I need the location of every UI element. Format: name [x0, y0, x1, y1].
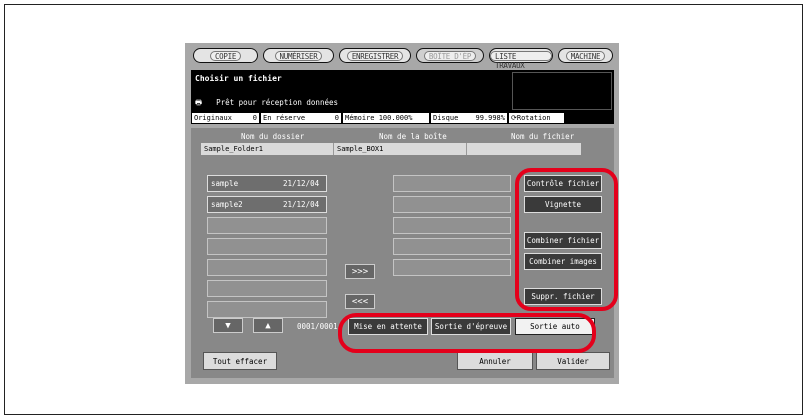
arrow-up-icon: ▲	[265, 320, 271, 331]
list-item[interactable]: sample 21/12/04	[207, 175, 327, 192]
memory-cell: Mémoire 100.000%	[343, 113, 429, 123]
status-area: Choisir un fichier 🖶 Prêt pour réception …	[191, 70, 614, 112]
disk-cell: Disque 99.998%	[431, 113, 507, 123]
tab-liste-travaux[interactable]: LISTE TRAVAUX	[489, 48, 553, 70]
status-title: Choisir un fichier	[195, 74, 282, 83]
arrow-down-icon: ▼	[225, 320, 231, 331]
selected-slot[interactable]	[393, 238, 511, 255]
selected-slot[interactable]	[393, 196, 511, 213]
tab-machine[interactable]: MACHINE	[558, 48, 613, 63]
page-up-button[interactable]: ▲	[253, 318, 283, 333]
selected-slot[interactable]	[393, 175, 511, 192]
control-panel: COPIE NUMÉRISER ENREGISTRER BOÎTE D'ÉP L…	[185, 43, 619, 384]
col-header-file: Nom du fichier	[511, 132, 575, 141]
status-side-box	[512, 72, 612, 110]
list-slot-empty[interactable]	[207, 259, 327, 276]
tab-boite[interactable]: BOÎTE D'ÉP	[416, 48, 484, 63]
printer-icon: 🖶	[195, 98, 203, 107]
originals-cell: Originaux 0	[192, 113, 259, 123]
list-slot-empty[interactable]	[207, 280, 327, 297]
tab-enregistrer[interactable]: ENREGISTRER	[339, 48, 411, 63]
status-message-row: 🖶 Prêt pour réception données	[195, 97, 338, 110]
list-slot-empty[interactable]	[207, 217, 327, 234]
cancel-button[interactable]: Annuler	[457, 352, 533, 370]
path-folder: Sample_Folder1	[204, 145, 264, 153]
remove-from-selection-button[interactable]: <<<	[345, 294, 375, 309]
selected-slot[interactable]	[393, 259, 511, 276]
clear-all-button[interactable]: Tout effacer	[203, 352, 277, 370]
list-slot-empty[interactable]	[207, 238, 327, 255]
ok-button[interactable]: Valider	[536, 352, 610, 370]
highlight-ring-actions	[515, 168, 618, 311]
info-bar: Originaux 0 En réserve 0 Mémoire 100.000…	[191, 112, 614, 124]
col-header-box: Nom de la boîte	[379, 132, 447, 141]
path-bar: Sample_Folder1 Sample_BOX1	[201, 143, 581, 155]
reserve-cell: En réserve 0	[261, 113, 341, 123]
path-file	[466, 143, 581, 155]
selected-slot[interactable]	[393, 217, 511, 234]
list-slot-empty[interactable]	[207, 301, 327, 318]
page-counter: 0001/0001	[297, 322, 338, 331]
status-message: Prêt pour réception données	[216, 98, 339, 107]
path-box: Sample_BOX1	[333, 143, 466, 155]
list-item[interactable]: sample2 21/12/04	[207, 196, 327, 213]
tab-copie[interactable]: COPIE	[193, 48, 258, 63]
page-down-button[interactable]: ▼	[213, 318, 243, 333]
col-header-folder: Nom du dossier	[241, 132, 305, 141]
add-to-selection-button[interactable]: >>>	[345, 264, 375, 279]
rotation-cell: ⟳Rotation	[509, 113, 564, 123]
highlight-ring-output	[338, 313, 596, 353]
tab-numeriser[interactable]: NUMÉRISER	[263, 48, 334, 63]
